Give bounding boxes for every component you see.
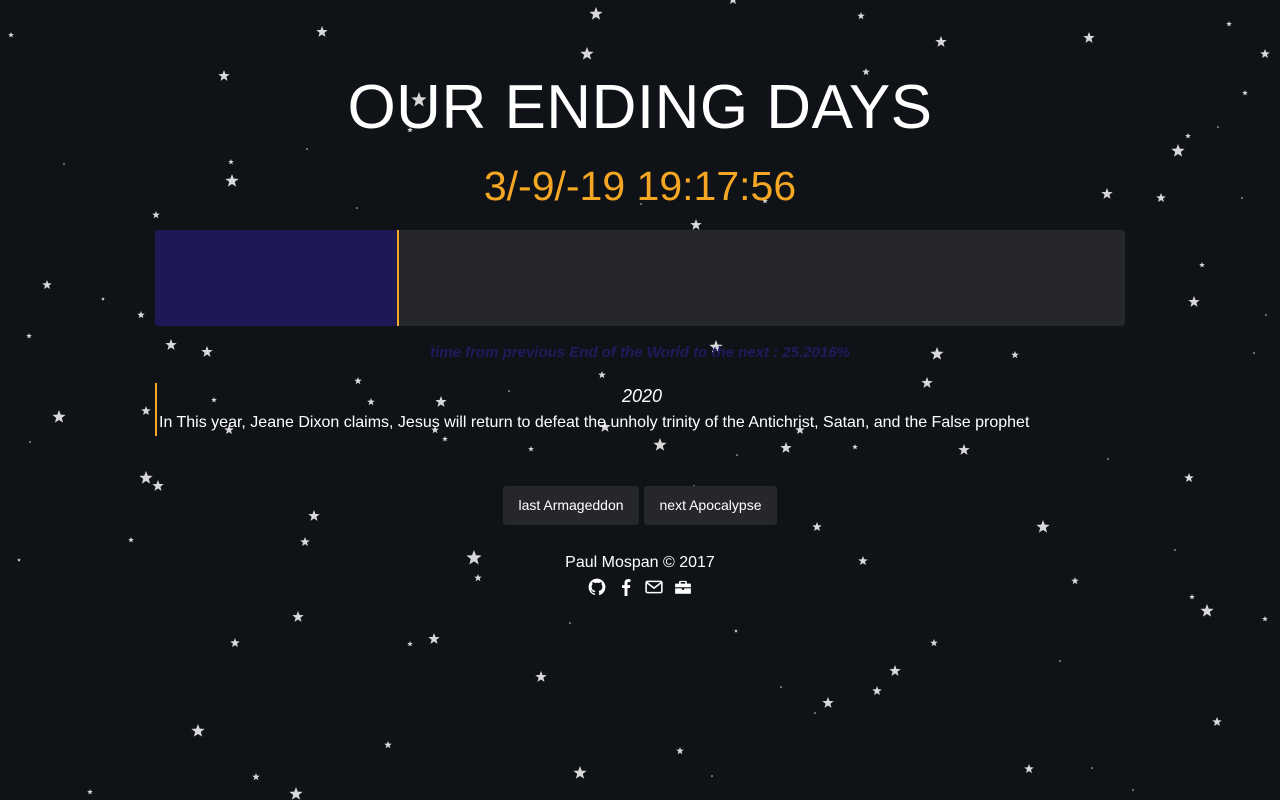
progress-caption: time from previous End of the World to t… — [430, 344, 850, 361]
briefcase-icon[interactable] — [674, 578, 692, 596]
facebook-icon[interactable] — [617, 578, 635, 596]
page-title: OUR ENDING DAYS — [347, 73, 933, 142]
social-links — [0, 578, 1280, 598]
github-icon[interactable] — [588, 578, 606, 596]
page: OUR ENDING DAYS 3/-9/-19 19:17:56 time f… — [0, 0, 1280, 800]
event-description: In This year, Jeane Dixon claims, Jesus … — [159, 414, 1030, 431]
envelope-icon[interactable] — [645, 578, 663, 596]
main-content: OUR ENDING DAYS 3/-9/-19 19:17:56 time f… — [0, 0, 1280, 800]
event-year: 2020 — [621, 386, 663, 406]
event-quote: 2020 In This year, Jeane Dixon claims, J… — [155, 383, 1127, 436]
last-armageddon-button[interactable]: last Armageddon — [503, 486, 639, 525]
progress-bar — [155, 230, 1125, 326]
countdown-timer: 3/-9/-19 19:17:56 — [483, 163, 797, 209]
footer-credit: Paul Mospan © 2017 — [565, 554, 715, 571]
next-apocalypse-button[interactable]: next Apocalypse — [644, 486, 777, 525]
progress-bar-fill — [155, 230, 400, 326]
